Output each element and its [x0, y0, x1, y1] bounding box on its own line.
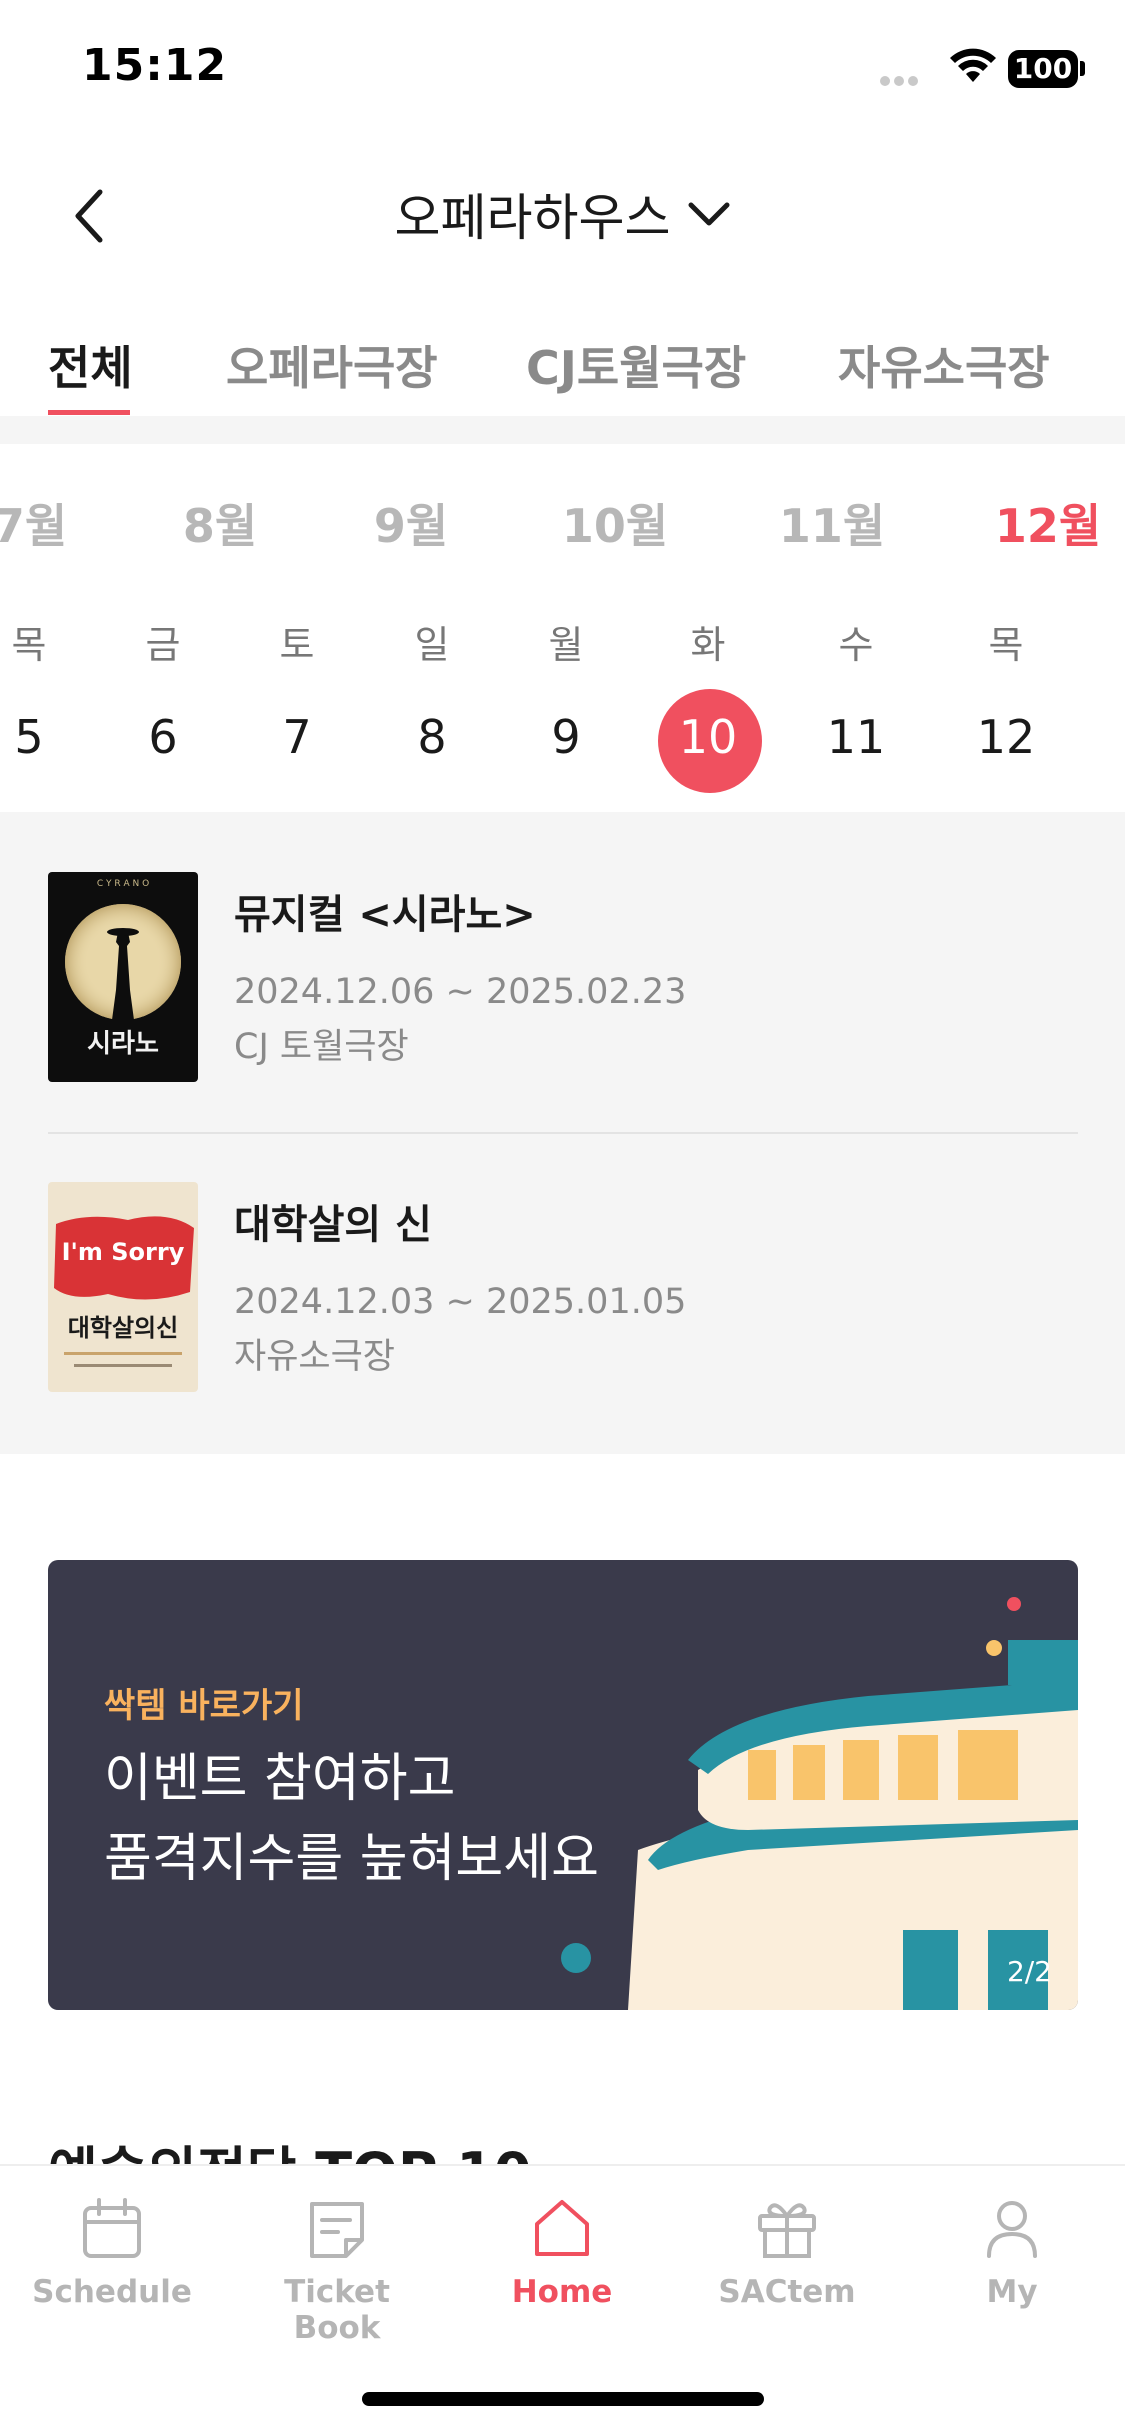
- show-period: 2024.12.03 ~ 2025.01.05: [234, 1282, 687, 1322]
- poster-title: 대학살의신: [68, 1314, 178, 1342]
- show-period: 2024.12.06 ~ 2025.02.23: [234, 972, 687, 1012]
- status-time: 15:12: [82, 40, 228, 91]
- banner-headline-1: 이벤트 참여하고: [104, 1749, 456, 1809]
- weekday-label: 수: [838, 623, 874, 667]
- day-item[interactable]: 5: [14, 710, 43, 764]
- banner-pager: 2/2: [1006, 1955, 1052, 1988]
- nav-sactem[interactable]: SACtem: [687, 2196, 887, 2310]
- venue-selector[interactable]: 오페라하우스: [0, 178, 1125, 250]
- promo-banner[interactable]: 싹템 바로가기 이벤트 참여하고 품격지수를 높혀보세요 2/2: [48, 1560, 1078, 2010]
- battery-indicator: 100: [1008, 50, 1078, 88]
- weekday-label: 일: [414, 623, 450, 667]
- weekday-label: 목: [11, 623, 47, 667]
- calendar-icon: [83, 2198, 141, 2258]
- list-item[interactable]: I'm Sorry 대학살의신 대학살의 신 2024.12.03 ~ 2025…: [48, 1182, 1078, 1394]
- month-item[interactable]: 7월: [0, 490, 67, 556]
- day-item[interactable]: 9: [551, 710, 580, 764]
- weekday-label: 토: [279, 623, 315, 667]
- month-selector: 7월 8월 9월 10월 11월 12월: [0, 490, 1125, 560]
- poster-kicker: I'm Sorry: [62, 1238, 185, 1266]
- nav-label: My: [986, 2274, 1038, 2310]
- home-icon: [535, 2200, 589, 2256]
- top-header: 오페라하우스: [0, 160, 1125, 270]
- month-item[interactable]: 11월: [779, 490, 885, 556]
- show-venue: CJ 토월극장: [234, 1027, 409, 1067]
- tab-cj-towol-theater[interactable]: CJ토월극장: [526, 332, 746, 398]
- nav-label: Home: [511, 2274, 613, 2310]
- weekday-label: 금: [145, 623, 181, 667]
- day-item[interactable]: 8: [417, 710, 446, 764]
- tab-all[interactable]: 전체: [48, 332, 133, 398]
- show-title: 대학살의 신: [234, 1202, 432, 1248]
- ticket-book-icon: [310, 2202, 364, 2258]
- wifi-icon: [950, 48, 996, 82]
- nav-label: SACtem: [718, 2274, 856, 2310]
- show-title: 뮤지컬 <시라노>: [234, 892, 536, 938]
- active-tab-indicator: [48, 410, 130, 415]
- nav-my[interactable]: My: [912, 2196, 1112, 2310]
- list-item[interactable]: C Y R A N O 시라노 뮤지컬 <시라노> 2024.12.06 ~ 2…: [48, 872, 1078, 1084]
- show-poster-cyrano: C Y R A N O 시라노: [48, 872, 198, 1082]
- day-item[interactable]: 6: [148, 710, 177, 764]
- tab-jayu-theater[interactable]: 자유소극장: [838, 332, 1050, 398]
- day-item[interactable]: 12: [977, 710, 1036, 764]
- month-item[interactable]: 8월: [183, 490, 257, 556]
- venue-tabs: 전체 오페라극장 CJ토월극장 자유소극장: [0, 318, 1125, 418]
- show-poster-god-of-carnage: I'm Sorry 대학살의신: [48, 1182, 198, 1392]
- home-indicator: [362, 2392, 764, 2406]
- nav-schedule[interactable]: Schedule: [12, 2196, 212, 2310]
- banner-headline-2: 품격지수를 높혀보세요: [104, 1829, 599, 1889]
- month-item[interactable]: 10월: [562, 490, 668, 556]
- battery-cap: [1080, 61, 1085, 76]
- show-venue: 자유소극장: [234, 1337, 396, 1377]
- weekday-label: 화: [690, 623, 726, 667]
- month-item-selected[interactable]: 12월: [995, 490, 1101, 556]
- day-item[interactable]: 7: [282, 710, 311, 764]
- show-list: C Y R A N O 시라노 뮤지컬 <시라노> 2024.12.06 ~ 2…: [0, 812, 1125, 1454]
- section-divider: [0, 416, 1125, 444]
- nav-label: Ticket Book: [284, 2274, 390, 2346]
- page-title: 오페라하우스: [394, 189, 671, 247]
- poster-title: 시라노: [87, 1029, 159, 1059]
- nav-label: Schedule: [32, 2274, 192, 2310]
- person-icon: [987, 2201, 1037, 2258]
- day-item-selected[interactable]: 10: [679, 710, 738, 764]
- month-item[interactable]: 9월: [374, 490, 448, 556]
- nav-home[interactable]: Home: [462, 2196, 662, 2310]
- day-item[interactable]: 11: [827, 710, 886, 764]
- poster-kicker: C Y R A N O: [97, 879, 149, 889]
- tab-opera-theater[interactable]: 오페라극장: [226, 332, 438, 398]
- chevron-down-icon: [688, 202, 729, 226]
- banner-kicker: 싹템 바로가기: [104, 1686, 304, 1726]
- weekday-label: 월: [548, 623, 584, 667]
- list-divider: [48, 1132, 1078, 1134]
- status-bar: 15:12 100: [0, 0, 1125, 140]
- gift-icon: [758, 2203, 816, 2258]
- weekday-label: 목: [988, 623, 1024, 667]
- cellular-signal-icon: [880, 72, 920, 86]
- nav-ticket-book[interactable]: Ticket Book: [237, 2196, 437, 2346]
